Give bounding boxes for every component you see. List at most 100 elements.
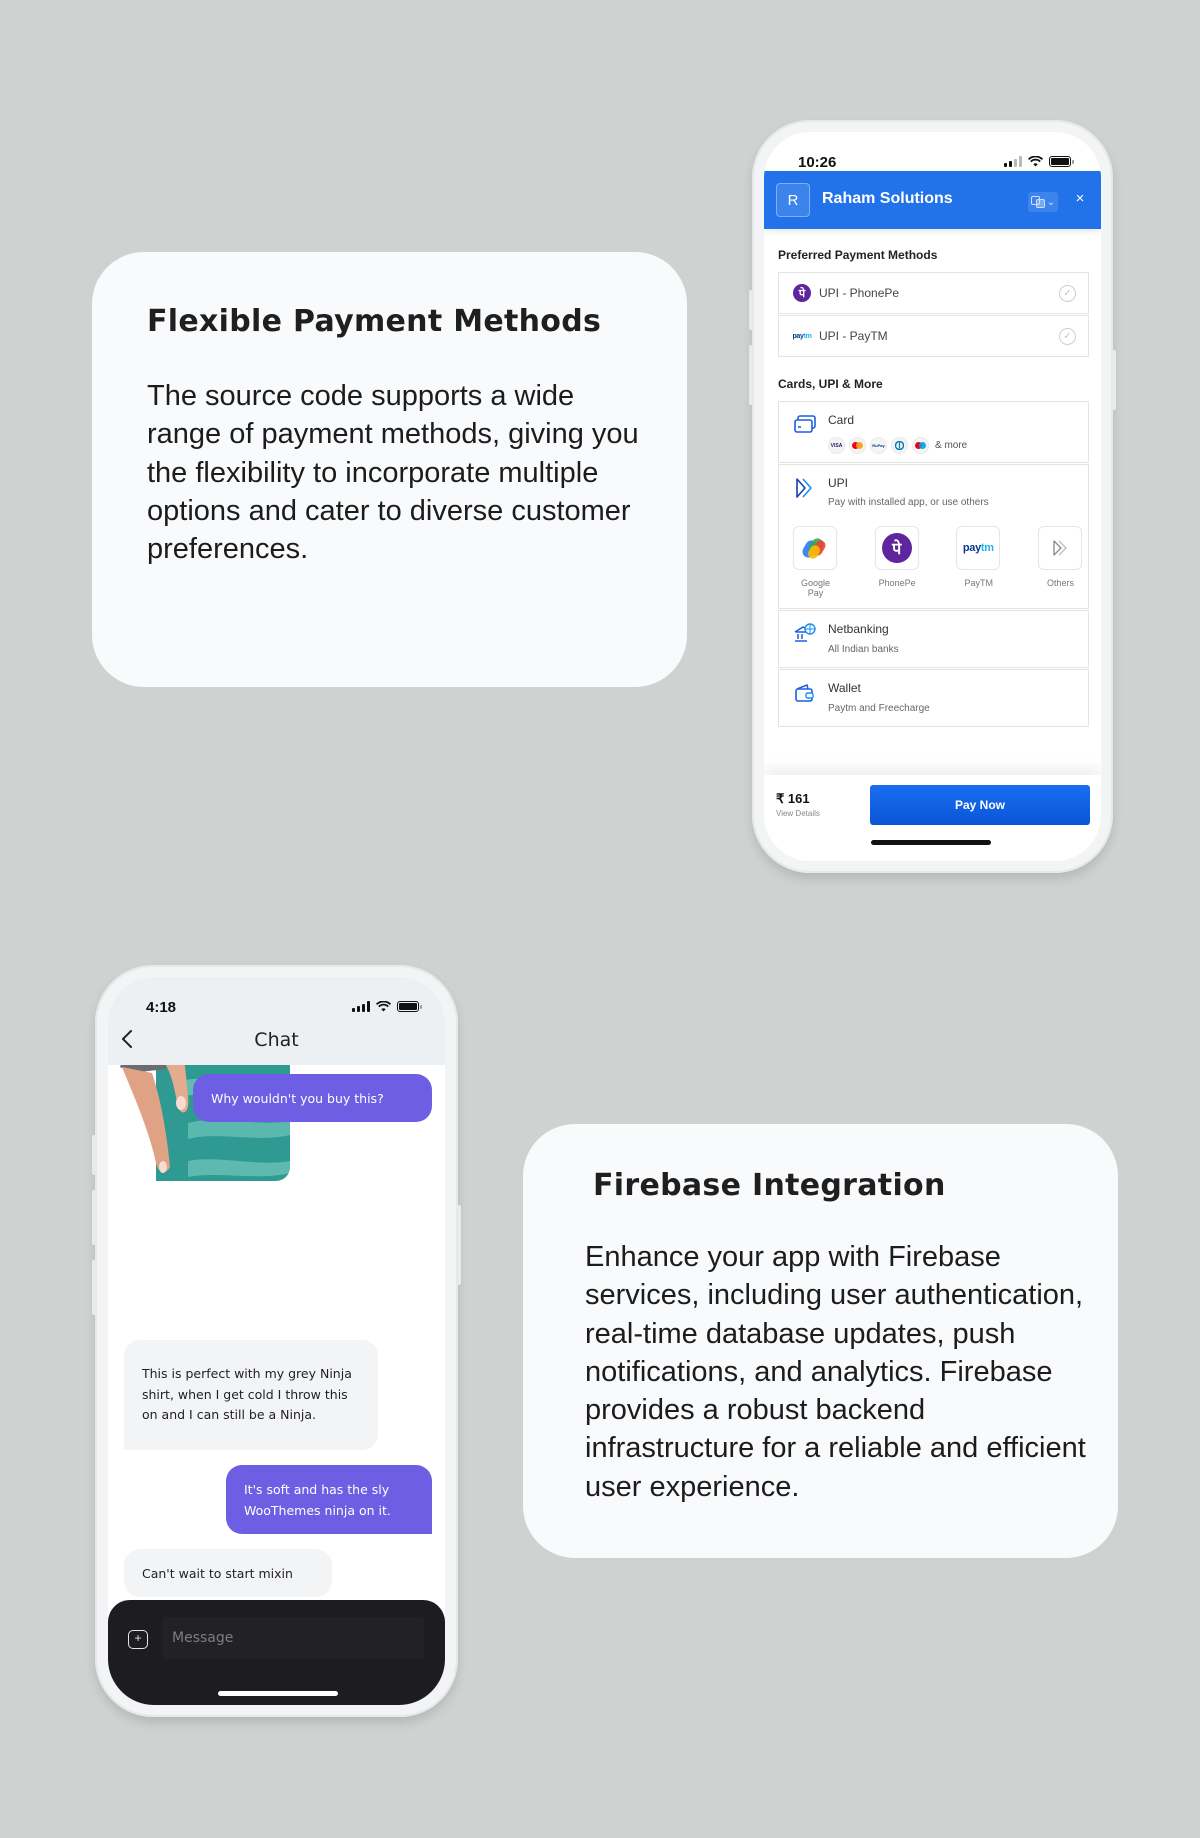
upi-apps-row: Google Pay पे PhonePe paytm PayTM Others xyxy=(793,526,1083,598)
feature-card-firebase: Firebase Integration Enhance your app wi… xyxy=(523,1124,1118,1558)
method-title: Wallet xyxy=(828,681,861,695)
chat-header: 4:18 Chat xyxy=(108,977,445,1065)
upi-app-paytm[interactable]: paytm PayTM xyxy=(956,526,1001,598)
status-icons xyxy=(352,1001,422,1012)
signal-icon xyxy=(352,1001,370,1012)
message-outgoing: Why wouldn't you buy this? xyxy=(193,1074,432,1122)
wallet-icon xyxy=(795,683,814,702)
wifi-icon xyxy=(376,1001,391,1012)
status-time: 4:18 xyxy=(146,999,177,1016)
card-more-label: & more xyxy=(935,440,968,451)
method-upi[interactable]: UPI Pay with installed app, or use other… xyxy=(778,464,1089,609)
phonepe-logo-icon: पे xyxy=(793,284,811,302)
feature-description: Enhance your app with Firebase services,… xyxy=(585,1241,1086,1503)
card-icon xyxy=(794,415,816,433)
method-subtitle: Pay with installed app, or use others xyxy=(828,497,989,508)
upi-app-label: PayTM xyxy=(964,578,994,588)
paytm-logo-icon: paytm xyxy=(792,332,812,340)
message-incoming: Can't wait to start mixin xyxy=(124,1549,332,1597)
maestro-logo-icon xyxy=(912,437,929,454)
feature-title: Flexible Payment Methods xyxy=(147,304,602,339)
phone-side-button xyxy=(749,290,753,330)
upi-icon xyxy=(796,478,812,498)
visa-logo-icon: VISA xyxy=(828,437,845,454)
method-title: UPI xyxy=(828,476,849,490)
translate-icon xyxy=(1030,196,1045,208)
method-card[interactable]: Card VISA RuPay & more xyxy=(778,401,1089,463)
phone-side-button xyxy=(92,1190,96,1245)
phone-side-button xyxy=(92,1135,96,1175)
rupay-logo-icon: RuPay xyxy=(870,437,887,454)
message-incoming: This is perfect with my grey Ninja shirt… xyxy=(124,1340,378,1450)
check-circle-icon[interactable]: ✓ xyxy=(1059,285,1076,302)
home-indicator xyxy=(871,840,991,845)
language-selector[interactable]: ⌄ xyxy=(1028,192,1058,212)
feature-title: Firebase Integration xyxy=(593,1168,946,1203)
upi-app-google-pay[interactable]: Google Pay xyxy=(793,526,838,598)
card-network-logos: VISA RuPay & more xyxy=(828,437,967,454)
preferred-method-paytm[interactable]: paytm UPI - PayTM ✓ xyxy=(778,315,1089,357)
method-netbanking[interactable]: Netbanking All Indian banks xyxy=(778,610,1089,668)
pay-now-button[interactable]: Pay Now xyxy=(870,785,1090,825)
message-text: This is perfect with my grey Ninja shirt… xyxy=(142,1366,352,1423)
google-pay-logo-icon xyxy=(802,538,826,559)
phone-side-button xyxy=(457,1205,461,1285)
chevron-down-icon: ⌄ xyxy=(1046,196,1056,208)
close-button[interactable]: × xyxy=(1070,188,1090,210)
method-title: Netbanking xyxy=(828,622,889,636)
merchant-logo: R xyxy=(776,183,810,217)
method-subtitle: All Indian banks xyxy=(828,644,899,655)
wifi-icon xyxy=(1028,156,1043,167)
upi-app-phonepe[interactable]: पे PhonePe xyxy=(874,526,920,598)
status-time: 10:26 xyxy=(798,154,837,171)
battery-icon xyxy=(397,1001,422,1012)
chat-title: Chat xyxy=(254,1029,299,1051)
method-subtitle: Paytm and Freecharge xyxy=(828,703,930,714)
status-icons xyxy=(1004,156,1074,167)
preferred-methods-label: Preferred Payment Methods xyxy=(778,248,938,262)
payment-methods-list: Card VISA RuPay & more UPI Pay with inst… xyxy=(778,401,1089,728)
message-text: It's soft and has the sly WooThemes ninj… xyxy=(244,1481,391,1518)
upi-others-icon xyxy=(1053,540,1067,556)
preferred-method-phonepe[interactable]: पे UPI - PhonePe ✓ xyxy=(778,272,1089,314)
feature-description: The source code supports a wide range of… xyxy=(147,380,639,566)
battery-icon xyxy=(1049,156,1074,167)
method-title: Card xyxy=(828,413,855,427)
merchant-name: Raham Solutions xyxy=(822,190,953,207)
checkout-header: R Raham Solutions ⌄ × xyxy=(764,171,1101,229)
mastercard-logo-icon xyxy=(849,437,866,454)
message-text: Why wouldn't you buy this? xyxy=(211,1090,384,1106)
total-amount: ₹ 161 xyxy=(776,791,810,806)
check-circle-icon[interactable]: ✓ xyxy=(1059,328,1076,345)
checkout-footer: ₹ 161 View Details Pay Now xyxy=(764,775,1101,861)
message-text: Can't wait to start mixin xyxy=(142,1565,293,1581)
payment-phone-mockup: 10:26 R Raham Solutions ⌄ × Preferred Pa… xyxy=(749,120,1116,873)
message-composer: + xyxy=(108,1600,445,1705)
paytm-logo-icon: paytm xyxy=(962,542,994,554)
upi-app-label: Others xyxy=(1046,578,1074,588)
payment-screen: 10:26 R Raham Solutions ⌄ × Preferred Pa… xyxy=(764,132,1101,861)
upi-app-label: Google Pay xyxy=(800,578,831,598)
message-input[interactable] xyxy=(162,1617,424,1659)
chat-screen: 4:18 Chat Why wouldn't you buy this? Thi… xyxy=(108,977,445,1705)
bank-icon xyxy=(794,623,816,642)
more-methods-label: Cards, UPI & More xyxy=(778,377,883,391)
upi-app-others[interactable]: Others xyxy=(1037,526,1083,598)
view-details-link[interactable]: View Details xyxy=(776,809,820,818)
message-outgoing: It's soft and has the sly WooThemes ninj… xyxy=(226,1465,432,1534)
phone-side-button xyxy=(749,345,753,405)
method-wallet[interactable]: Wallet Paytm and Freecharge xyxy=(778,669,1089,727)
attach-folder-icon[interactable]: + xyxy=(128,1630,148,1649)
phone-side-button xyxy=(1112,350,1116,410)
upi-app-label: PhonePe xyxy=(878,578,916,588)
home-indicator xyxy=(218,1691,338,1696)
phone-side-button xyxy=(92,1260,96,1315)
chat-phone-mockup: 4:18 Chat Why wouldn't you buy this? Thi… xyxy=(92,965,461,1717)
phonepe-logo-icon: पे xyxy=(881,533,912,563)
preferred-method-label: UPI - PhonePe xyxy=(819,286,900,300)
diners-logo-icon xyxy=(891,437,908,454)
preferred-methods-list: पे UPI - PhonePe ✓ paytm UPI - PayTM ✓ xyxy=(778,272,1089,358)
feature-card-payment: Flexible Payment Methods The source code… xyxy=(92,252,687,687)
signal-icon xyxy=(1004,156,1022,167)
preferred-method-label: UPI - PayTM xyxy=(819,329,888,343)
